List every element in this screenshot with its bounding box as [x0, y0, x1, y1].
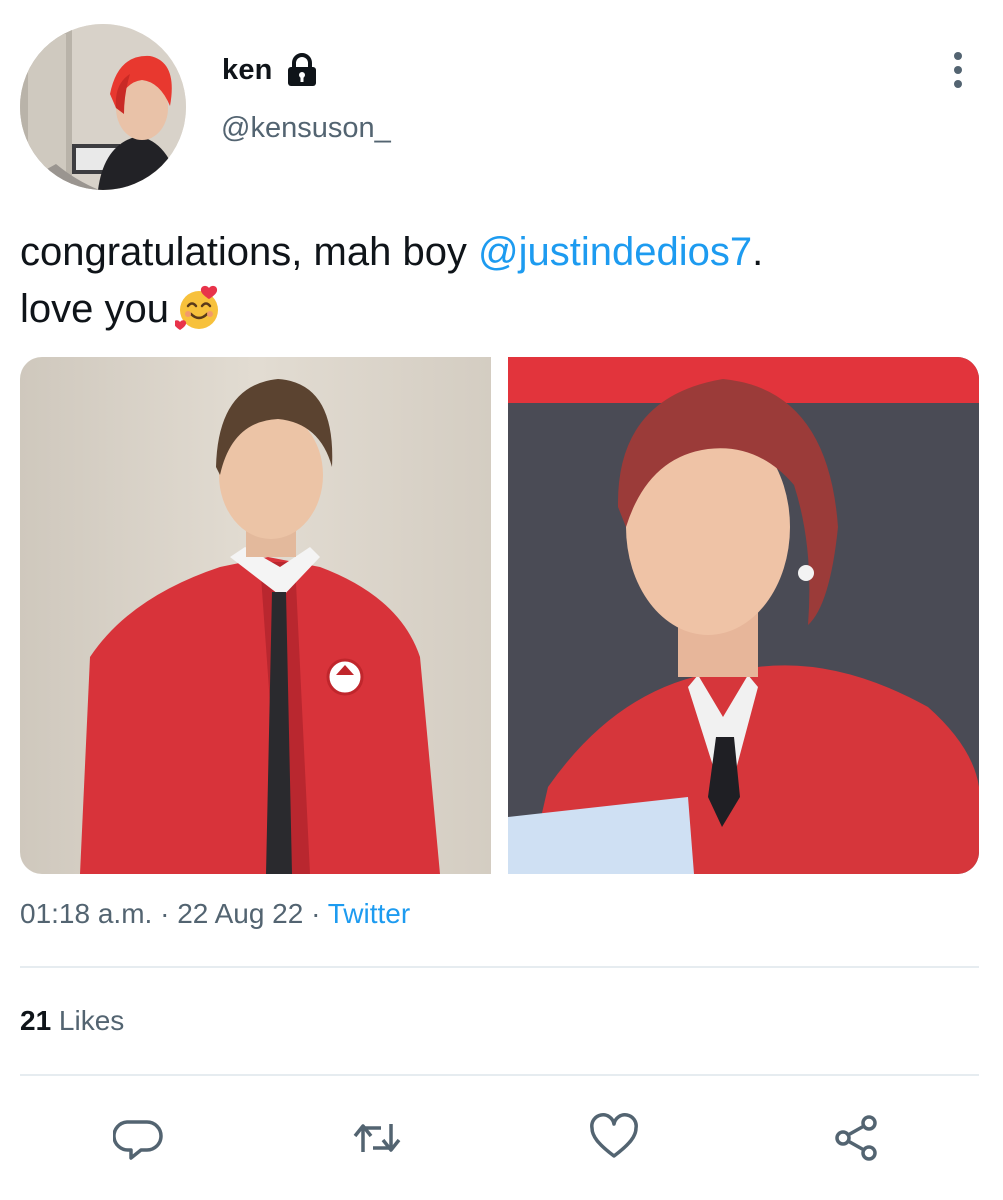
meta-separator: · [303, 898, 328, 929]
tweet-date: 22 Aug 22 [177, 898, 304, 929]
divider [20, 966, 979, 968]
share-button[interactable] [827, 1108, 887, 1168]
jacket-closeup-photo [508, 357, 979, 874]
meta-separator: · [152, 898, 178, 929]
tweet-meta: 01:18 a.m. · 22 Aug 22 · Twitter [20, 898, 410, 930]
divider [20, 1074, 979, 1076]
jacket-portrait-photo [20, 357, 491, 874]
tweet-text-line2: love you [20, 287, 169, 331]
likes-count: 21 [20, 1005, 52, 1036]
heart-icon [590, 1113, 638, 1158]
tweet-source-link[interactable]: Twitter [328, 898, 410, 929]
likes-stat[interactable]: 21 Likes [20, 1005, 124, 1037]
tweet-text-lead: congratulations, mah boy [20, 230, 479, 274]
photo-2[interactable] [508, 357, 979, 874]
reply-button[interactable] [109, 1108, 169, 1168]
reply-icon [113, 1120, 163, 1160]
photo-1[interactable] [20, 357, 491, 874]
profile-photo [20, 24, 186, 190]
more-options-icon[interactable] [945, 50, 971, 90]
avatar[interactable] [20, 24, 186, 190]
media-grid [20, 357, 979, 874]
likes-label: Likes [51, 1005, 125, 1036]
retweet-icon [353, 1124, 401, 1152]
share-icon [835, 1115, 877, 1161]
tweet-line-2: love you [20, 281, 960, 338]
tweet-text-punctuation: . [752, 230, 764, 274]
smiling-face-with-hearts-icon [174, 285, 218, 330]
handle[interactable]: @kensuson_ [221, 112, 391, 145]
mention-link[interactable]: @justindedios7 [478, 230, 752, 274]
lock-icon [288, 53, 316, 86]
tweet-line-1: congratulations, mah boy @justindedios7. [20, 224, 960, 281]
display-name[interactable]: ken [222, 54, 273, 87]
tweet-time: 01:18 a.m. [20, 898, 153, 929]
tweet-text: congratulations, mah boy @justindedios7.… [20, 224, 960, 338]
like-button[interactable] [584, 1108, 644, 1168]
retweet-button[interactable] [347, 1108, 407, 1168]
